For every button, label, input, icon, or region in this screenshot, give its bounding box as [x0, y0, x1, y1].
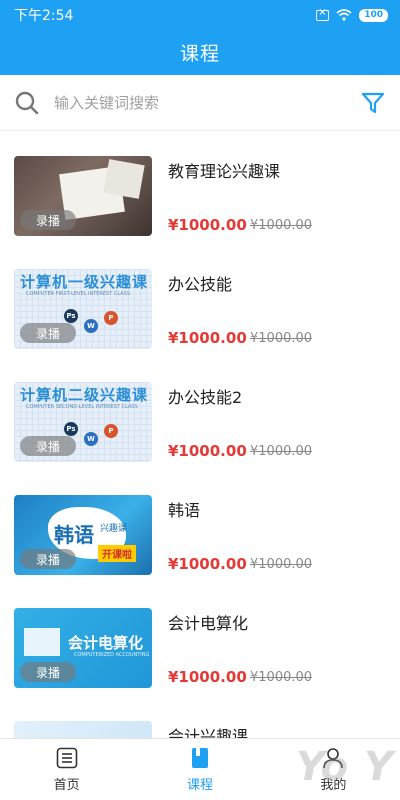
course-item[interactable]: 韩语 兴趣课 开课啦 录播 韩语 ¥1000.00 ¥1000.00 [0, 471, 400, 584]
nav-label: 首页 [53, 778, 80, 793]
word-icon: W [84, 319, 98, 333]
wifi-icon [336, 9, 352, 21]
thumbnail-title: 会计电算化 [68, 634, 144, 652]
course-item[interactable]: 录播 教育理论兴趣课 ¥1000.00 ¥1000.00 [0, 132, 400, 245]
search-bar [0, 75, 400, 131]
course-title: 办公技能2 [168, 388, 243, 407]
app-header: 下午2:54 100 课程 [0, 0, 400, 75]
course-original-price: ¥1000.00 [250, 444, 313, 459]
status-icons: 100 [316, 7, 388, 22]
course-title: 会计电算化 [168, 614, 249, 633]
course-item[interactable]: 会计兴趣课 [0, 697, 400, 738]
course-item[interactable]: 计算机二级兴趣课 COMPUTER SECOND-LEVEL INTEREST … [0, 358, 400, 471]
nav-label: 课程 [186, 778, 213, 793]
course-thumbnail: 录播 [14, 156, 152, 236]
search-input[interactable] [54, 93, 360, 112]
watermark: Yo Y [295, 744, 394, 790]
course-original-price: ¥1000.00 [250, 331, 313, 346]
home-list-icon [56, 747, 77, 769]
battery-icon: 100 [359, 8, 388, 22]
thumbnail-subtitle: COMPUTER SECOND-LEVEL INTEREST CLASS [26, 404, 138, 410]
recorded-badge: 录播 [20, 436, 76, 456]
thumbnail-tag: 开课啦 [98, 545, 136, 562]
no-sim-icon [316, 7, 330, 21]
course-thumbnail: 计算机二级兴趣课 COMPUTER SECOND-LEVEL INTEREST … [14, 382, 152, 462]
nav-home[interactable]: 首页 [0, 739, 133, 800]
word-icon: W [84, 432, 98, 446]
course-title: 韩语 [168, 501, 201, 520]
recorded-badge: 录播 [20, 662, 76, 682]
course-price: ¥1000.00 [168, 442, 247, 460]
course-original-price: ¥1000.00 [250, 218, 313, 233]
chart-graphic [24, 628, 60, 656]
course-price: ¥1000.00 [168, 216, 247, 234]
filter-icon[interactable] [360, 90, 386, 116]
course-thumbnail: 韩语 兴趣课 开课啦 录播 [14, 495, 152, 575]
recorded-badge: 录播 [20, 210, 76, 230]
powerpoint-icon: P [104, 311, 118, 325]
course-title: 办公技能 [168, 275, 233, 294]
page-title: 课程 [179, 43, 220, 65]
course-original-price: ¥1000.00 [250, 670, 313, 685]
course-book-icon [191, 748, 208, 768]
thumbnail-title: 计算机一级兴趣课 [20, 273, 149, 291]
status-time: 下午2:54 [14, 8, 74, 24]
thumbnail-subtitle: COMPUTERIZED ACCOUNTING [74, 652, 150, 658]
recorded-badge: 录播 [20, 323, 76, 343]
course-title: 会计兴趣课 [168, 727, 249, 738]
course-price: ¥1000.00 [168, 329, 247, 347]
powerpoint-icon: P [104, 424, 118, 438]
course-price: ¥1000.00 [168, 668, 247, 686]
photoshop-icon: Ps [64, 422, 78, 436]
course-item[interactable]: 计算机一级兴趣课 COMPUTER FIRST-LEVEL INTEREST C… [0, 245, 400, 358]
nav-courses[interactable]: 课程 [133, 739, 266, 800]
course-item[interactable]: 会计电算化 COMPUTERIZED ACCOUNTING 录播 会计电算化 ¥… [0, 584, 400, 697]
thumbnail-subtitle: COMPUTER FIRST-LEVEL INTEREST CLASS [26, 291, 131, 297]
photoshop-icon: Ps [64, 309, 78, 323]
course-original-price: ¥1000.00 [250, 557, 313, 572]
course-title: 教育理论兴趣课 [168, 162, 281, 181]
course-list: 录播 教育理论兴趣课 ¥1000.00 ¥1000.00 计算机一级兴趣课 CO… [0, 132, 400, 738]
thumbnail-title: 计算机二级兴趣课 [20, 386, 149, 404]
status-bar: 下午2:54 100 [0, 0, 400, 30]
desk-paper-graphic [103, 159, 145, 199]
search-icon[interactable] [14, 90, 40, 116]
course-price: ¥1000.00 [168, 555, 247, 573]
thumbnail-title: 韩语 [54, 523, 94, 547]
course-thumbnail: 会计电算化 COMPUTERIZED ACCOUNTING 录播 [14, 608, 152, 688]
course-thumbnail [14, 721, 152, 738]
thumbnail-subtitle: 兴趣课 [100, 524, 128, 534]
course-thumbnail: 计算机一级兴趣课 COMPUTER FIRST-LEVEL INTEREST C… [14, 269, 152, 349]
recorded-badge: 录播 [20, 549, 76, 569]
